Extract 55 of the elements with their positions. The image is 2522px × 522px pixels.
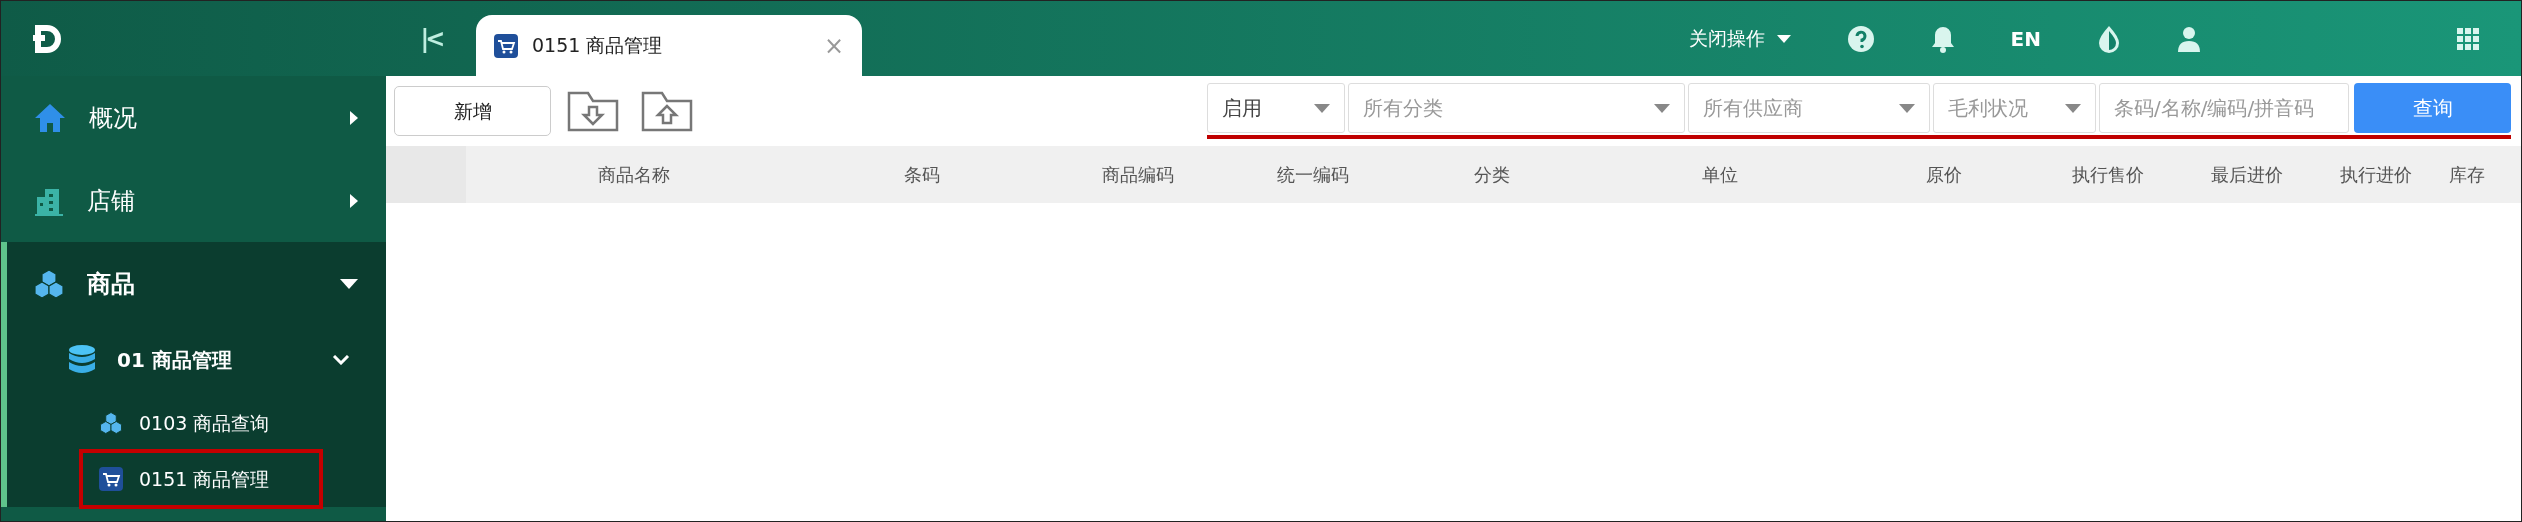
sidebar-item[interactable]: 概况 xyxy=(1,76,386,159)
sidebar-subitem[interactable]: 01 商品管理 xyxy=(7,325,386,395)
column-header: 条码 xyxy=(902,163,941,187)
bell-icon xyxy=(1930,24,1955,53)
column-header: 商品编码 xyxy=(1101,163,1175,187)
column-header: 原价 xyxy=(1924,163,1963,187)
droplet-icon xyxy=(2097,24,2121,53)
column-header: 执行售价 xyxy=(2071,163,2145,187)
cubes-icon xyxy=(33,267,65,300)
user-icon xyxy=(2177,25,2201,52)
caret-icon xyxy=(2065,103,2081,113)
page-tab[interactable]: 0151 商品管理 × xyxy=(476,15,862,76)
add-button[interactable]: 新增 xyxy=(394,86,551,136)
caret-icon xyxy=(1654,103,1670,113)
search-field[interactable]: 条码/名称/编码/拼音码 xyxy=(2099,83,2349,133)
sidebar-item[interactable]: 店铺 xyxy=(1,159,386,242)
sidebar-item-label: 概况 xyxy=(89,102,137,134)
sidebar-item[interactable]: 商品 xyxy=(7,242,386,325)
column-header: 执行进价 xyxy=(2338,163,2413,187)
close-actions-dropdown[interactable]: 关闭操作 xyxy=(1660,1,1819,76)
column-header: 最后进价 xyxy=(2210,163,2284,187)
folder-down-icon xyxy=(567,89,619,133)
help-icon xyxy=(1846,24,1875,53)
import-button[interactable] xyxy=(567,89,619,133)
language-button[interactable]: EN xyxy=(1982,1,2069,76)
sidebar-item-label: 商品 xyxy=(87,268,135,300)
filter-dropdown[interactable]: 启用 xyxy=(1207,83,1345,133)
caret-down-icon xyxy=(340,278,358,289)
folder-up-icon xyxy=(641,89,693,133)
caret-right-icon xyxy=(350,193,358,208)
caret-icon xyxy=(1314,103,1330,113)
export-button[interactable] xyxy=(641,89,693,133)
home-icon xyxy=(33,101,67,134)
caret-icon xyxy=(1899,103,1915,113)
grid-icon xyxy=(2457,27,2479,50)
column-header: 商品名称 xyxy=(597,163,671,187)
cubes-icon xyxy=(99,411,123,435)
sidebar-item-label: 01 商品管理 xyxy=(117,347,232,374)
collapse-sidebar-button[interactable]: |< xyxy=(386,1,476,76)
cart-icon xyxy=(99,467,123,491)
sidebar-menu-item[interactable]: 0103 商品查询 xyxy=(81,395,288,451)
column-header: 分类 xyxy=(1473,163,1511,187)
column-header: 统一编码 xyxy=(1276,163,1350,187)
sidebar-menu-item[interactable]: 0151 商品管理 xyxy=(81,451,321,507)
caret-down-icon xyxy=(332,355,350,365)
sidebar-item-label: 0151 商品管理 xyxy=(139,466,270,492)
sidebar-item-label: 店铺 xyxy=(87,185,135,217)
column-header: 库存 xyxy=(2448,163,2486,187)
tab-label: 0151 商品管理 xyxy=(532,33,663,59)
caret-right-icon xyxy=(350,110,358,125)
column-header: 单位 xyxy=(1700,163,1739,187)
caret-icon xyxy=(1776,34,1791,43)
sidebar-item-label: 0103 商品查询 xyxy=(139,410,270,436)
database-icon xyxy=(67,344,97,376)
cart-icon xyxy=(494,33,518,58)
